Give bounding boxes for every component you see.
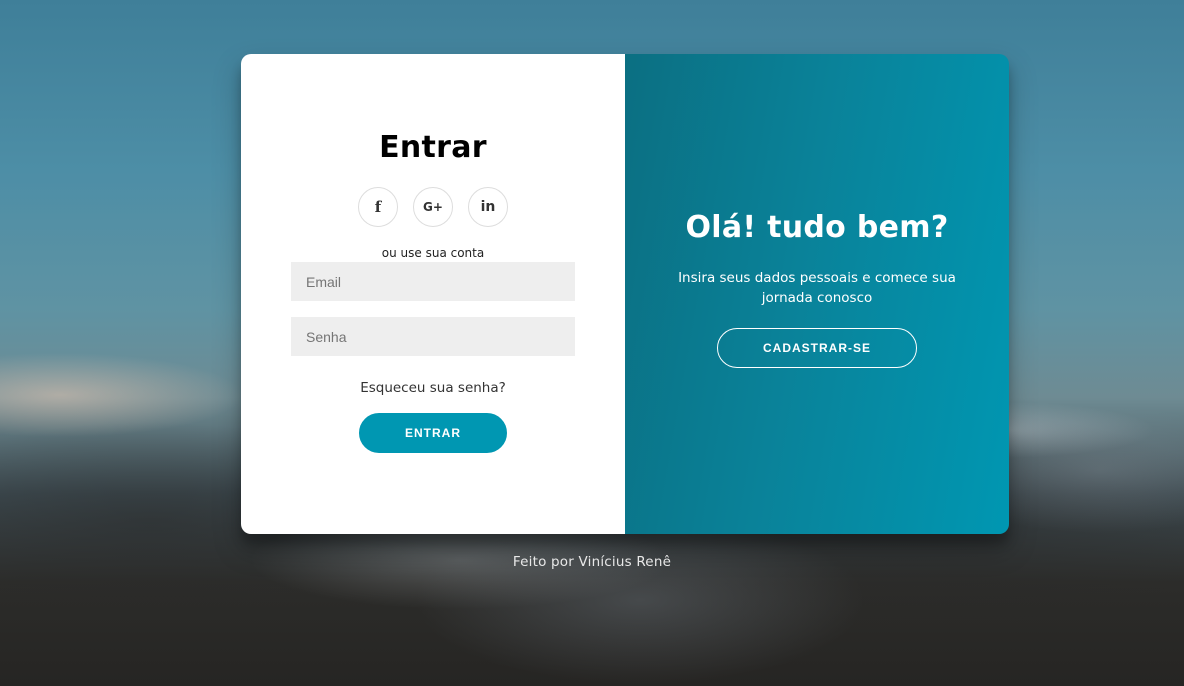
linkedin-icon: in [480, 199, 496, 215]
signup-button[interactable]: Cadastrar-se [717, 328, 917, 368]
footer-credit: Feito por Vinícius Renê [512, 554, 672, 570]
email-field[interactable] [291, 262, 575, 301]
signin-form: Entrar f G+ in ou use sua conta Esqueceu… [241, 54, 625, 534]
social-buttons: f G+ in [358, 187, 508, 227]
signin-button[interactable]: Entrar [359, 413, 507, 453]
use-account-text: ou use sua conta [381, 246, 485, 260]
password-field[interactable] [291, 317, 575, 356]
overlay-title: Olá! tudo bem? [685, 210, 949, 245]
forgot-password-link[interactable]: Esqueceu sua senha? [360, 379, 506, 397]
signup-overlay: Olá! tudo bem? Insira seus dados pessoai… [625, 54, 1009, 534]
signin-title: Entrar [379, 130, 487, 165]
facebook-icon: f [374, 197, 382, 216]
overlay-description: Insira seus dados pessoais e comece sua … [678, 270, 956, 306]
google-plus-icon: G+ [423, 200, 443, 214]
google-plus-button[interactable]: G+ [413, 187, 453, 227]
facebook-button[interactable]: f [358, 187, 398, 227]
linkedin-button[interactable]: in [468, 187, 508, 227]
auth-card: Entrar f G+ in ou use sua conta Esqueceu… [241, 54, 1009, 534]
